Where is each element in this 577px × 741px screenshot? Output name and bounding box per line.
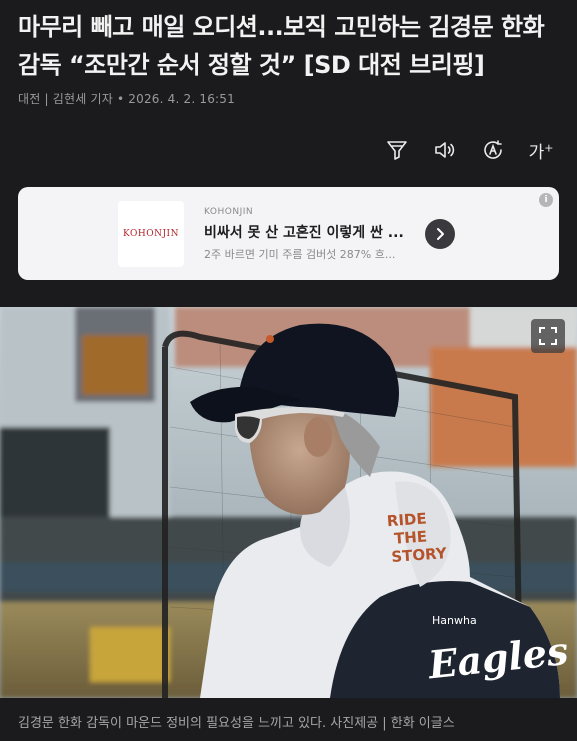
photo-caption: 김경문 한화 감독이 마운드 정비의 필요성을 느끼고 있다. 사진제공 | 한… bbox=[0, 698, 577, 741]
ad-title: 비싸서 못 산 고혼진 이렇게 싼 ... bbox=[204, 225, 404, 241]
svg-text:THE: THE bbox=[393, 527, 427, 547]
fullscreen-icon bbox=[539, 327, 557, 345]
filter-icon bbox=[387, 141, 407, 160]
font-size-button[interactable]: 가+ bbox=[527, 136, 555, 164]
fullscreen-button[interactable] bbox=[531, 319, 565, 353]
filter-button[interactable] bbox=[383, 136, 411, 164]
font-size-icon: 가+ bbox=[528, 140, 554, 163]
speaker-icon bbox=[435, 142, 455, 158]
ad-description: 2주 바르면 기미 주름 검버섯 287% 흐... bbox=[204, 248, 396, 261]
article-headline: 마무리 빼고 매일 오디션...보직 고민하는 김경문 한화 감독 “조만간 순… bbox=[18, 13, 545, 79]
info-icon[interactable]: i bbox=[539, 193, 553, 207]
photo-coach: RIDE THE STORY Hanwha Eagles bbox=[0, 307, 577, 698]
ad-banner[interactable]: KOHONJIN KOHONJIN 비싸서 못 산 고혼진 이렇게 싼 ... … bbox=[18, 187, 559, 280]
ad-open-button[interactable] bbox=[425, 219, 455, 249]
ad-logo: KOHONJIN bbox=[118, 201, 184, 267]
article-byline: 대전 | 김현세 기자 • 2026. 4. 2. 16:51 bbox=[18, 92, 235, 106]
listen-button[interactable] bbox=[431, 136, 459, 164]
chevron-right-icon bbox=[437, 228, 444, 240]
article-toolbar: 가+ bbox=[383, 136, 555, 164]
translate-button[interactable] bbox=[479, 136, 507, 164]
article-photo[interactable]: RIDE THE STORY Hanwha Eagles bbox=[0, 307, 577, 698]
svg-text:Hanwha: Hanwha bbox=[432, 614, 477, 627]
ad-brand: KOHONJIN bbox=[204, 207, 254, 217]
translate-icon bbox=[484, 140, 502, 159]
